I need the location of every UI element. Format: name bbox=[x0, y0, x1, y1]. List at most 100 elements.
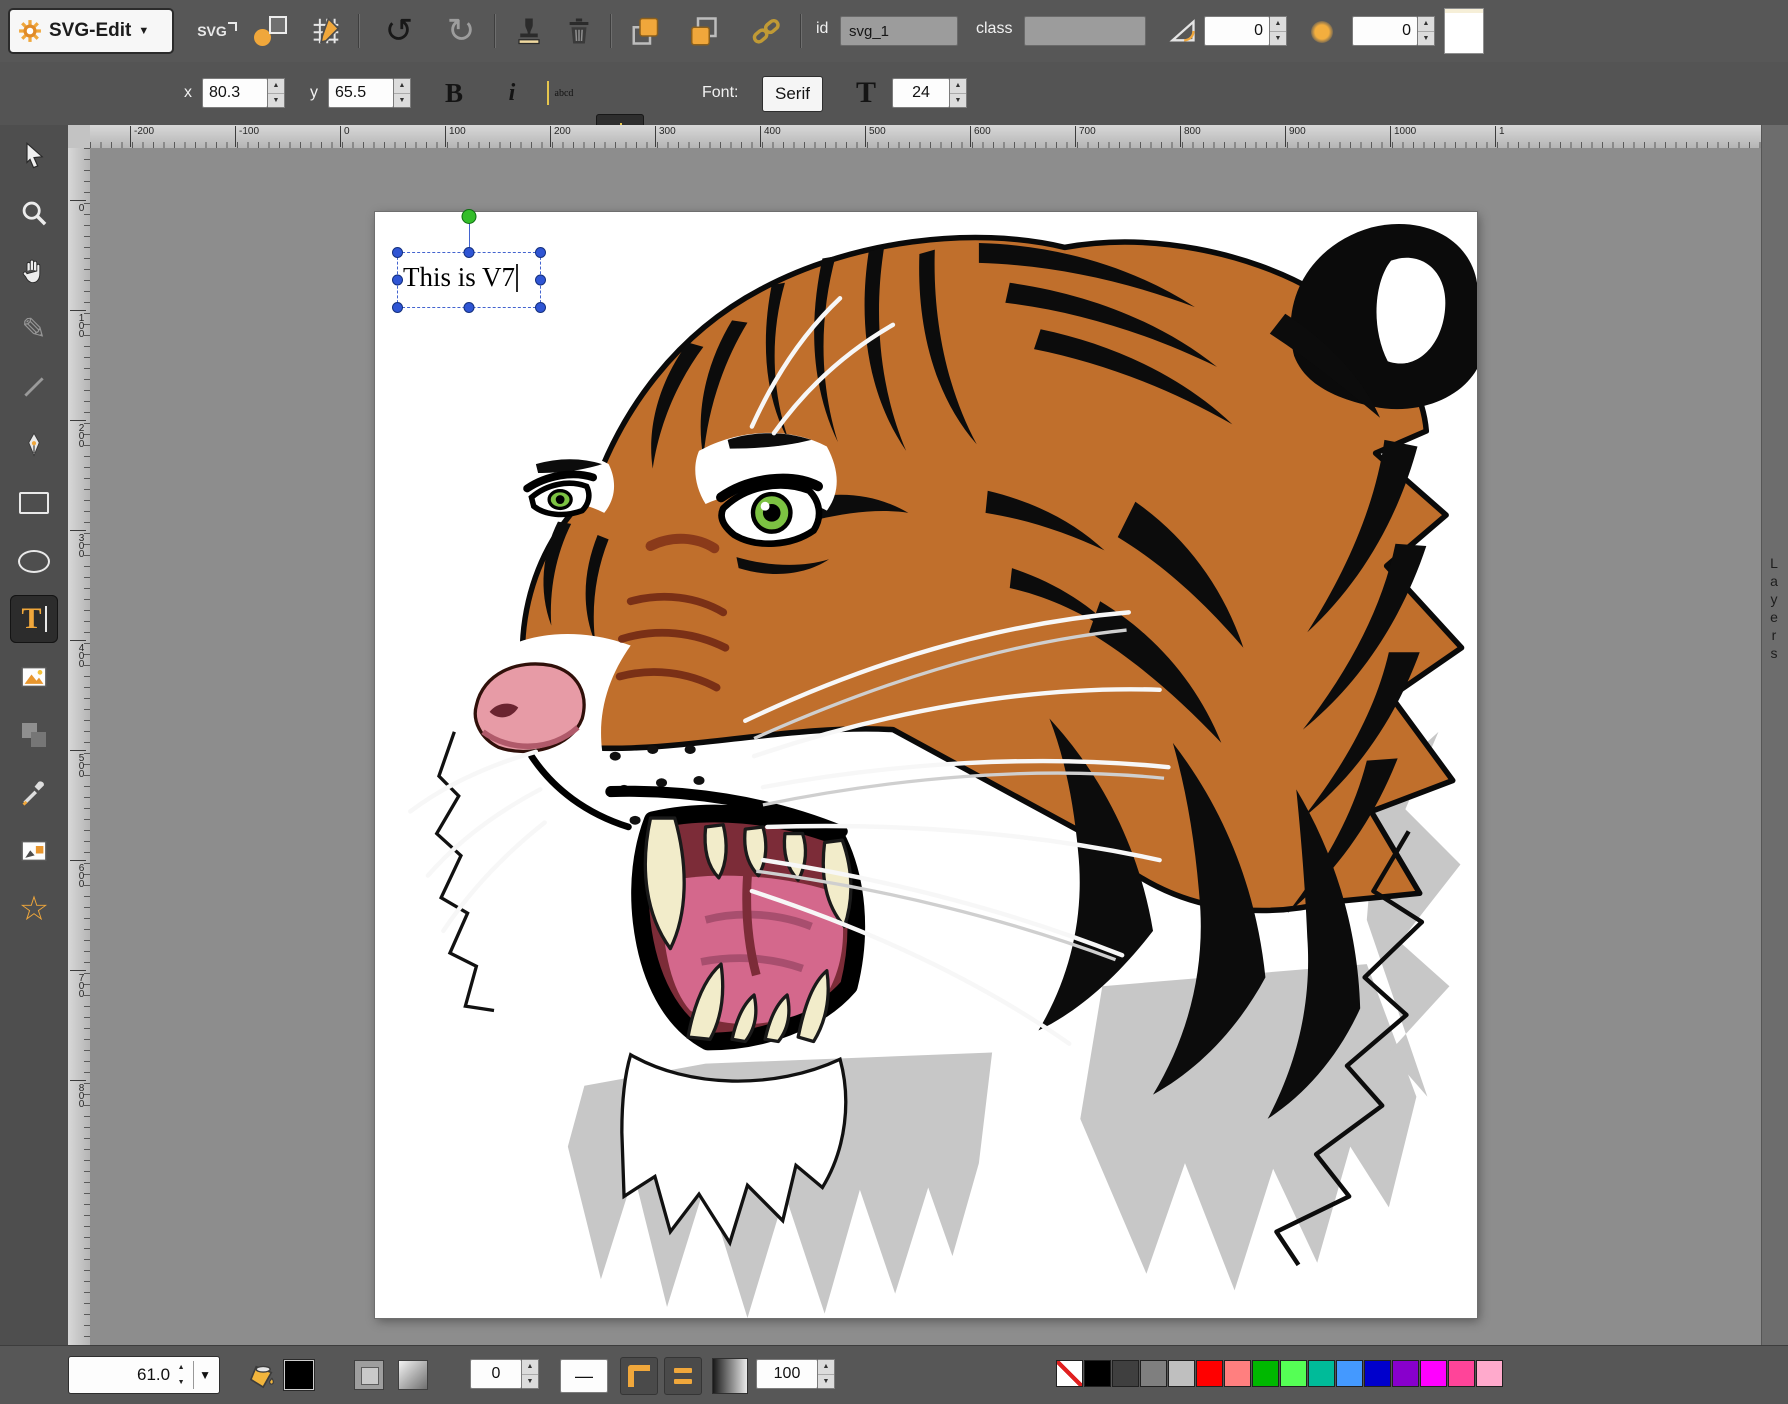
shape-library-button[interactable] bbox=[10, 711, 58, 759]
source-corner-icon bbox=[228, 22, 237, 31]
y-position-input[interactable] bbox=[328, 78, 394, 108]
stroke-dash-select[interactable]: — bbox=[560, 1359, 608, 1393]
fill-color-swatch[interactable] bbox=[284, 1360, 314, 1390]
path-tool-button[interactable] bbox=[10, 421, 58, 469]
zoom-tool-button[interactable] bbox=[10, 189, 58, 237]
move-to-bottom-button[interactable] bbox=[624, 12, 666, 50]
palette-swatch[interactable] bbox=[1364, 1360, 1391, 1387]
selection-box[interactable]: This is V7 bbox=[397, 252, 541, 308]
resize-handle-ne[interactable] bbox=[535, 247, 546, 258]
stroke-color-swatch[interactable] bbox=[354, 1360, 384, 1390]
spinner-up-button[interactable]: ▲ bbox=[522, 1360, 538, 1375]
angle-input[interactable] bbox=[1204, 16, 1270, 46]
palette-swatch[interactable] bbox=[1056, 1360, 1083, 1387]
rotate-grip[interactable] bbox=[462, 209, 477, 224]
spinner-down-button[interactable]: ▼ bbox=[174, 1375, 188, 1390]
palette-swatch[interactable] bbox=[1168, 1360, 1195, 1387]
redo-button[interactable]: ↻ bbox=[434, 8, 488, 54]
import-image-button[interactable] bbox=[10, 827, 58, 875]
palette-swatch[interactable] bbox=[1308, 1360, 1335, 1387]
ellipse-tool-button[interactable] bbox=[10, 537, 58, 585]
spinner-down-button[interactable]: ▼ bbox=[394, 94, 410, 108]
blur-button bbox=[1308, 18, 1336, 46]
palette-swatch[interactable] bbox=[1140, 1360, 1167, 1387]
spinner-down-button[interactable]: ▼ bbox=[1418, 32, 1434, 46]
linejoin-button[interactable] bbox=[620, 1357, 658, 1395]
stroke-width-input[interactable] bbox=[470, 1359, 522, 1389]
spinner-up-button[interactable]: ▲ bbox=[174, 1360, 188, 1375]
spinner-down-button[interactable]: ▼ bbox=[268, 94, 284, 108]
pan-tool-button[interactable] bbox=[10, 247, 58, 295]
linecap-button[interactable] bbox=[664, 1357, 702, 1395]
opacity-gradient-swatch[interactable] bbox=[712, 1358, 748, 1394]
spinner-up-button[interactable]: ▲ bbox=[818, 1360, 834, 1375]
blur-input[interactable] bbox=[1352, 16, 1418, 46]
palette-swatch[interactable] bbox=[1224, 1360, 1251, 1387]
opacity-input[interactable] bbox=[756, 1359, 818, 1389]
ruler-label: 600 bbox=[970, 126, 991, 147]
spinner-up-button[interactable]: ▲ bbox=[268, 79, 284, 94]
palette-swatch[interactable] bbox=[1084, 1360, 1111, 1387]
star-tool-button[interactable]: ☆ bbox=[10, 885, 58, 933]
ruler-label: 800 bbox=[70, 1080, 86, 1107]
palette-swatch[interactable] bbox=[1448, 1360, 1475, 1387]
spinner-up-button[interactable]: ▲ bbox=[950, 79, 966, 94]
undo-button[interactable]: ↺ bbox=[372, 8, 426, 54]
text-anchor-start-button[interactable]: abcd bbox=[540, 72, 588, 114]
resize-handle-n[interactable] bbox=[464, 247, 475, 258]
resize-handle-e[interactable] bbox=[535, 275, 546, 286]
resize-handle-sw[interactable] bbox=[392, 302, 403, 313]
spinner-down-button[interactable]: ▼ bbox=[950, 94, 966, 108]
background-color-swatch[interactable] bbox=[1444, 8, 1484, 54]
palette-swatch[interactable] bbox=[1476, 1360, 1503, 1387]
edit-source-button[interactable]: SVG bbox=[192, 14, 242, 48]
main-menu-button[interactable]: SVG-Edit ▼ bbox=[8, 8, 174, 54]
italic-button[interactable]: i bbox=[490, 72, 534, 114]
line-tool-button[interactable] bbox=[10, 363, 58, 411]
palette-swatch[interactable] bbox=[1112, 1360, 1139, 1387]
resize-handle-w[interactable] bbox=[392, 275, 403, 286]
delete-button[interactable] bbox=[558, 12, 600, 50]
spinner-down-button[interactable]: ▼ bbox=[1270, 32, 1286, 46]
zoom-control[interactable]: 61.0 ▲ ▼ ▼ bbox=[68, 1356, 220, 1394]
palette-swatch[interactable] bbox=[1392, 1360, 1419, 1387]
gradient-swatch[interactable] bbox=[398, 1360, 428, 1390]
link-icon bbox=[750, 15, 782, 47]
layers-panel-collapsed: Layers bbox=[1761, 125, 1788, 1345]
resize-handle-nw[interactable] bbox=[392, 247, 403, 258]
font-family-button[interactable]: Serif bbox=[762, 76, 823, 112]
spinner-down-button[interactable]: ▼ bbox=[818, 1375, 834, 1389]
palette-swatch[interactable] bbox=[1252, 1360, 1279, 1387]
palette-swatch[interactable] bbox=[1420, 1360, 1447, 1387]
wireframe-square-icon bbox=[269, 16, 287, 34]
canvas[interactable]: This is V7 bbox=[375, 212, 1477, 1318]
spinner-up-button[interactable]: ▲ bbox=[394, 79, 410, 94]
pencil-tool-button[interactable]: ✎ bbox=[10, 305, 58, 353]
x-position-input[interactable] bbox=[202, 78, 268, 108]
layers-panel-toggle[interactable]: Layers bbox=[1766, 555, 1782, 663]
select-tool-button[interactable] bbox=[10, 131, 58, 179]
rect-tool-button[interactable] bbox=[10, 479, 58, 527]
palette-swatch[interactable] bbox=[1336, 1360, 1363, 1387]
image-icon bbox=[19, 662, 49, 692]
spinner-down-button[interactable]: ▼ bbox=[522, 1375, 538, 1389]
canvas-text-element[interactable]: This is V7 bbox=[403, 262, 518, 293]
grid-button[interactable] bbox=[306, 12, 346, 50]
text-tool-button[interactable]: T bbox=[10, 595, 58, 643]
resize-handle-s[interactable] bbox=[464, 302, 475, 313]
font-size-input[interactable] bbox=[892, 78, 950, 108]
element-id-input[interactable] bbox=[840, 16, 958, 46]
spinner-up-button[interactable]: ▲ bbox=[1270, 17, 1286, 32]
clone-button[interactable] bbox=[508, 12, 550, 50]
bold-button[interactable]: B bbox=[432, 72, 476, 114]
make-link-button[interactable] bbox=[744, 12, 788, 50]
palette-swatch[interactable] bbox=[1196, 1360, 1223, 1387]
palette-swatch[interactable] bbox=[1280, 1360, 1307, 1387]
spinner-up-button[interactable]: ▲ bbox=[1418, 17, 1434, 32]
move-to-top-button[interactable] bbox=[682, 12, 724, 50]
resize-handle-se[interactable] bbox=[535, 302, 546, 313]
wireframe-button[interactable] bbox=[252, 14, 288, 48]
element-class-input[interactable] bbox=[1024, 16, 1146, 46]
eyedropper-tool-button[interactable] bbox=[10, 769, 58, 817]
image-tool-button[interactable] bbox=[10, 653, 58, 701]
